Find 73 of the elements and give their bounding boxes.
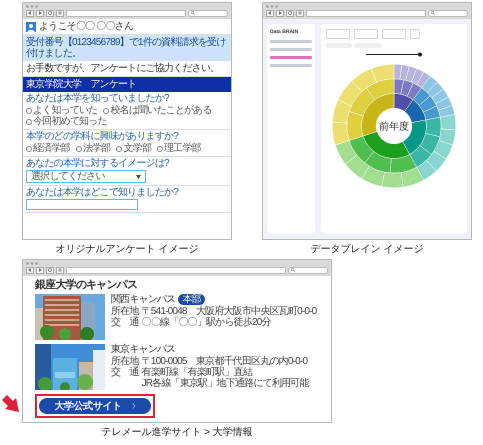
user-avatar-icon bbox=[26, 22, 36, 32]
search-icon bbox=[291, 268, 295, 272]
field-label: 所在地 bbox=[111, 306, 139, 318]
address-bar[interactable] bbox=[66, 266, 286, 274]
filter-field[interactable] bbox=[326, 29, 350, 39]
access-info: 有楽町線「有楽町駅」直結 bbox=[142, 367, 252, 378]
search-field[interactable] bbox=[188, 10, 228, 16]
forward-button[interactable] bbox=[276, 10, 284, 16]
campus-badge: 本部 bbox=[178, 294, 205, 306]
back-button[interactable] bbox=[26, 10, 34, 16]
filter-field[interactable] bbox=[382, 29, 406, 39]
radio-button[interactable] bbox=[26, 146, 32, 152]
address-bar[interactable] bbox=[66, 10, 186, 16]
radio-button[interactable] bbox=[26, 108, 32, 114]
notice-banner: 受付番号【0123456789】で1件の資料請求を受け付けました。 bbox=[23, 35, 231, 61]
window-controls-icon bbox=[26, 5, 38, 8]
figure-caption: テレメール進学サイト > 大学情報 bbox=[101, 427, 253, 438]
campus-address: 〒100-0005 東京都千代田区丸の内0-0-0 bbox=[142, 356, 308, 368]
figure-caption: オリジナルアンケート イメージ bbox=[56, 244, 198, 255]
campus-address: 〒541-0048 大阪府大阪市中央区瓦町0-0-0 bbox=[142, 306, 316, 318]
access-info: 〇〇線「〇〇」駅から徒歩20分 bbox=[142, 317, 271, 328]
question-label: あなたは本学はどこで知りましたか? bbox=[26, 187, 180, 198]
search-field[interactable] bbox=[428, 10, 468, 16]
option-label: 理工学部 bbox=[164, 143, 201, 154]
radio-button[interactable] bbox=[116, 146, 122, 152]
chevron-icon bbox=[132, 403, 136, 410]
access-info: JR各線「東京駅」地下通路にて利用可能 bbox=[142, 378, 309, 390]
field-label: 交 通 bbox=[111, 317, 139, 328]
option-label: 今回初めて知った bbox=[33, 116, 107, 127]
campus-name: 関西キャンパス bbox=[111, 294, 176, 306]
campus-name: 東京キャンパス bbox=[111, 344, 176, 356]
window-controls-icon bbox=[266, 5, 278, 8]
forward-button[interactable] bbox=[36, 266, 44, 274]
question-label: あなたは本学を知っていましたか? bbox=[26, 93, 170, 104]
option-label: 校名は聞いたことがある bbox=[110, 105, 212, 116]
field-label: 交 通 bbox=[111, 367, 139, 380]
center-label: 前年度 bbox=[379, 121, 409, 132]
welcome-text: ようこそ〇〇 〇〇さん bbox=[39, 21, 133, 32]
official-site-button[interactable]: 大学公式サイト bbox=[39, 398, 151, 414]
option-label: 法学部 bbox=[82, 143, 110, 154]
option-label: 経済学部 bbox=[33, 143, 70, 154]
back-button[interactable] bbox=[26, 266, 34, 274]
add-tab-button[interactable] bbox=[56, 10, 64, 16]
search-button[interactable] bbox=[410, 29, 420, 39]
field-label: 所在地 bbox=[111, 356, 139, 368]
radio-button[interactable] bbox=[76, 146, 82, 152]
input-field[interactable] bbox=[26, 199, 138, 210]
search-icon bbox=[191, 11, 195, 15]
question-label: あなたの本学に対するイメージは? bbox=[26, 158, 170, 169]
filter-field[interactable] bbox=[354, 29, 378, 39]
search-field[interactable] bbox=[288, 266, 328, 274]
dropdown-field[interactable]: 選択してください bbox=[26, 170, 146, 183]
address-bar[interactable] bbox=[306, 10, 426, 16]
question-label: 本学のどの学科に興味がありますか? bbox=[26, 131, 180, 142]
add-tab-button[interactable] bbox=[56, 266, 64, 274]
reload-button[interactable] bbox=[286, 10, 294, 16]
caret-icon bbox=[136, 174, 141, 178]
radio-button[interactable] bbox=[157, 146, 164, 152]
back-button[interactable] bbox=[266, 10, 274, 16]
add-tab-button[interactable] bbox=[296, 10, 304, 16]
radio-button[interactable] bbox=[26, 118, 32, 124]
option-label: よく知っていた bbox=[33, 105, 98, 116]
reload-button[interactable] bbox=[46, 10, 54, 16]
survey-header: 東京学院大学 アンケート bbox=[23, 77, 231, 92]
search-icon bbox=[431, 11, 435, 15]
radio-button[interactable] bbox=[103, 108, 110, 114]
window-controls-icon bbox=[26, 262, 38, 265]
slider-fill[interactable] bbox=[366, 52, 422, 56]
forward-button[interactable] bbox=[36, 10, 44, 16]
figure-caption: データブレイン イメージ bbox=[310, 244, 424, 255]
page-title: 銀座大学のキャンパス bbox=[35, 279, 138, 292]
option-label: 文学部 bbox=[123, 143, 152, 154]
reload-button[interactable] bbox=[46, 266, 54, 274]
